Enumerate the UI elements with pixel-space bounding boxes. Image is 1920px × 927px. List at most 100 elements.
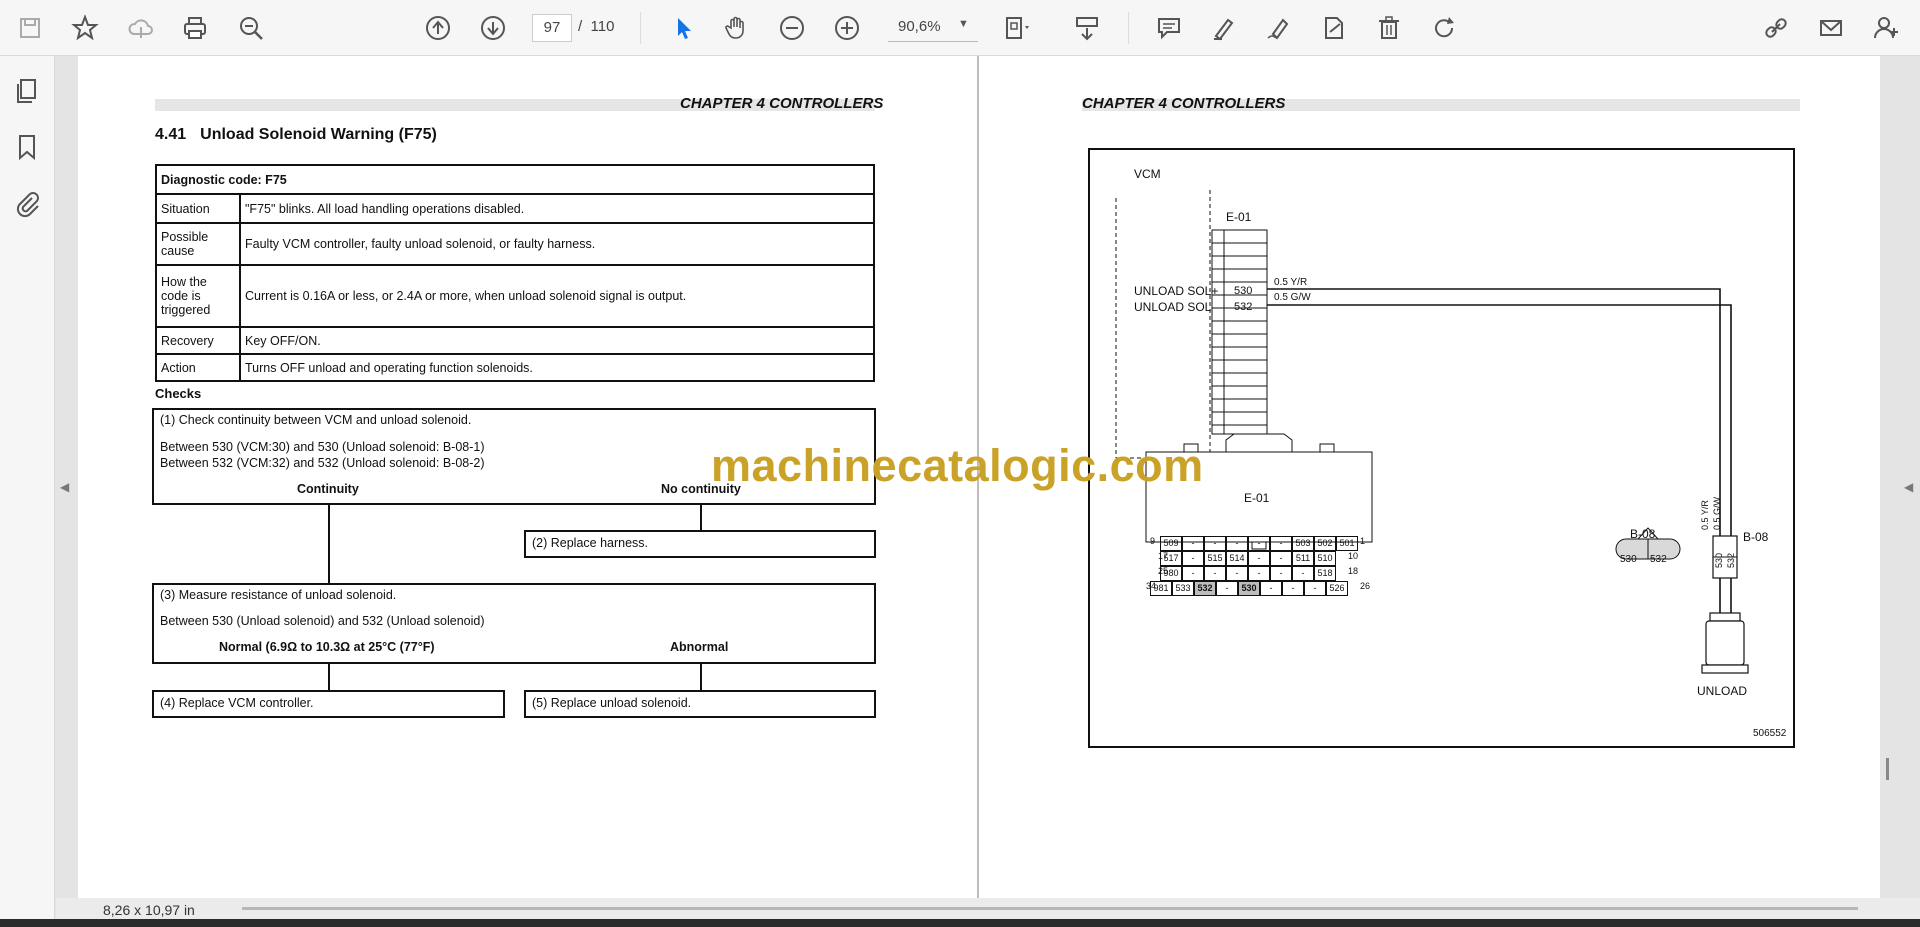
share-link-icon[interactable] bbox=[1758, 10, 1794, 46]
page-total: 110 bbox=[590, 18, 615, 35]
flow-connector bbox=[700, 664, 702, 690]
attachment-icon[interactable] bbox=[12, 188, 42, 218]
chapter-header: CHAPTER 4 CONTROLLERS bbox=[1082, 95, 1286, 112]
print-icon[interactable] bbox=[177, 10, 213, 46]
next-page-icon[interactable] bbox=[475, 10, 511, 46]
check-step-3: (3) Measure resistance of unload solenoi… bbox=[152, 583, 876, 664]
face-row-number: 10 bbox=[1348, 551, 1359, 561]
flow-connector bbox=[328, 505, 330, 583]
connector-pin-cell: 533 bbox=[1172, 581, 1194, 596]
table-row: Recovery Key OFF/ON. bbox=[155, 326, 875, 355]
pin-532-label: 532 bbox=[1234, 301, 1253, 313]
face-row-number: 26 bbox=[1360, 581, 1371, 591]
row-value: Key OFF/ON. bbox=[239, 326, 875, 355]
horizontal-scrollbar[interactable] bbox=[242, 907, 1858, 910]
page-thumbnails-icon[interactable] bbox=[12, 76, 42, 106]
fit-page-icon[interactable] bbox=[999, 10, 1035, 46]
highlight-pen-icon[interactable] bbox=[1206, 10, 1242, 46]
cloud-upload-icon[interactable] bbox=[123, 10, 159, 46]
step2-text: (2) Replace harness. bbox=[532, 536, 649, 550]
row-value: "F75" blinks. All load handling operatio… bbox=[239, 193, 875, 224]
connector-e01-bottom-label: E-01 bbox=[1244, 491, 1270, 505]
b08-pin-530-label: 530 bbox=[1714, 552, 1724, 568]
connector-pin-cell: - bbox=[1182, 551, 1204, 566]
connector-e01-stack bbox=[1211, 229, 1268, 435]
vcm-label: VCM bbox=[1134, 167, 1161, 181]
toolbar-divider bbox=[640, 12, 641, 44]
page-display-icon[interactable] bbox=[1069, 10, 1105, 46]
row-key: Possible cause bbox=[155, 222, 241, 266]
row-key: Situation bbox=[155, 193, 241, 224]
row-key: Recovery bbox=[155, 326, 241, 355]
face-row-number: 18 bbox=[1348, 566, 1359, 576]
connector-b08-left-label: B-08 bbox=[1630, 527, 1656, 541]
zoom-out-icon[interactable] bbox=[774, 10, 810, 46]
row-value: Turns OFF unload and operating function … bbox=[239, 353, 875, 382]
connector-pin-cell: 503 bbox=[1292, 536, 1314, 551]
connector-e01-top-label: E-01 bbox=[1226, 210, 1252, 224]
comment-icon[interactable] bbox=[1151, 10, 1187, 46]
select-cursor-icon[interactable] bbox=[666, 10, 702, 46]
connector-pin-cell: - bbox=[1304, 581, 1326, 596]
step5-text: (5) Replace unload solenoid. bbox=[532, 696, 692, 710]
step1-ok-result: Continuity bbox=[297, 482, 359, 496]
collapse-left-panel-arrow[interactable]: ◀ bbox=[60, 480, 69, 494]
save-icon[interactable] bbox=[12, 10, 48, 46]
zoom-search-icon[interactable] bbox=[233, 10, 269, 46]
flow-connector bbox=[328, 664, 330, 690]
check-step-2: (2) Replace harness. bbox=[524, 530, 876, 558]
connector-pin-cell: 511 bbox=[1292, 551, 1314, 566]
watermark-text: machinecatalogic.com bbox=[711, 440, 1204, 491]
sign-icon[interactable] bbox=[1261, 10, 1297, 46]
connector-pin-cell: 518 bbox=[1314, 566, 1336, 581]
chapter-header: CHAPTER 4 CONTROLLERS bbox=[680, 95, 884, 112]
page-number-input[interactable]: 97 bbox=[532, 14, 572, 42]
step3-ok-result: Normal (6.9Ω to 10.3Ω at 25°C (77°F) bbox=[219, 640, 435, 654]
wire-gw-label: 0.5 G/W bbox=[1274, 292, 1311, 303]
connector-pin-cell: 502 bbox=[1314, 536, 1336, 551]
row-value: Current is 0.16A or less, or 2.4A or mor… bbox=[239, 264, 875, 328]
connector-pin-cell: - bbox=[1204, 566, 1226, 581]
edit-pdf-icon[interactable] bbox=[1316, 10, 1352, 46]
chevron-down-icon[interactable]: ▼ bbox=[958, 18, 969, 30]
delete-icon[interactable] bbox=[1371, 10, 1407, 46]
table-row: Possible cause Faulty VCM controller, fau… bbox=[155, 222, 875, 266]
face-row-number: 9 bbox=[1150, 536, 1156, 546]
email-icon[interactable] bbox=[1813, 10, 1849, 46]
connector-pin-cell: 980 bbox=[1160, 566, 1182, 581]
b08-pin-532-label: 532 bbox=[1726, 552, 1736, 568]
flow-connector bbox=[700, 505, 702, 530]
figure-id: 506552 bbox=[1753, 728, 1787, 739]
connector-pin-cell: 501 bbox=[1336, 536, 1358, 551]
connector-pin-cell: 532 bbox=[1194, 581, 1216, 596]
prev-page-icon[interactable] bbox=[420, 10, 456, 46]
b08-wire-gw-label: 0.5 G/W bbox=[1712, 496, 1722, 530]
navigation-sidebar bbox=[0, 56, 55, 919]
page-count: / 110 bbox=[578, 18, 614, 35]
connector-pin-cell: - bbox=[1204, 536, 1226, 551]
hand-tool-icon[interactable] bbox=[719, 10, 755, 46]
wire-yr-label: 0.5 Y/R bbox=[1274, 277, 1308, 288]
connector-pin-cell: - bbox=[1226, 536, 1248, 551]
collapse-right-panel-arrow[interactable]: ◀ bbox=[1904, 480, 1913, 494]
add-user-icon[interactable] bbox=[1868, 10, 1904, 46]
bookmark-icon[interactable] bbox=[12, 132, 42, 162]
connector-b08-right-label: B-08 bbox=[1743, 530, 1769, 544]
toolbar-divider bbox=[1128, 12, 1129, 44]
connector-pin-cell: - bbox=[1182, 566, 1204, 581]
redo-icon[interactable] bbox=[1426, 10, 1462, 46]
star-icon[interactable] bbox=[67, 10, 103, 46]
connector-pin-cell: - bbox=[1248, 536, 1270, 551]
page-separator: / bbox=[578, 18, 583, 35]
taskbar-strip bbox=[0, 919, 1920, 927]
zoom-in-icon[interactable] bbox=[829, 10, 865, 46]
vertical-scrollbar[interactable] bbox=[1886, 758, 1889, 780]
table-row: Situation "F75" blinks. All load handling… bbox=[155, 193, 875, 224]
step4-text: (4) Replace VCM controller. bbox=[160, 696, 314, 710]
diagnostic-code: Diagnostic code: F75 bbox=[155, 164, 875, 195]
connector-pin-cell: - bbox=[1270, 536, 1292, 551]
step1-line2: Between 532 (VCM:32) and 532 (Unload sol… bbox=[160, 456, 485, 470]
section-number: 4.41 bbox=[155, 126, 187, 143]
connector-pin-cell: - bbox=[1260, 581, 1282, 596]
unload-solenoid bbox=[1705, 620, 1745, 666]
